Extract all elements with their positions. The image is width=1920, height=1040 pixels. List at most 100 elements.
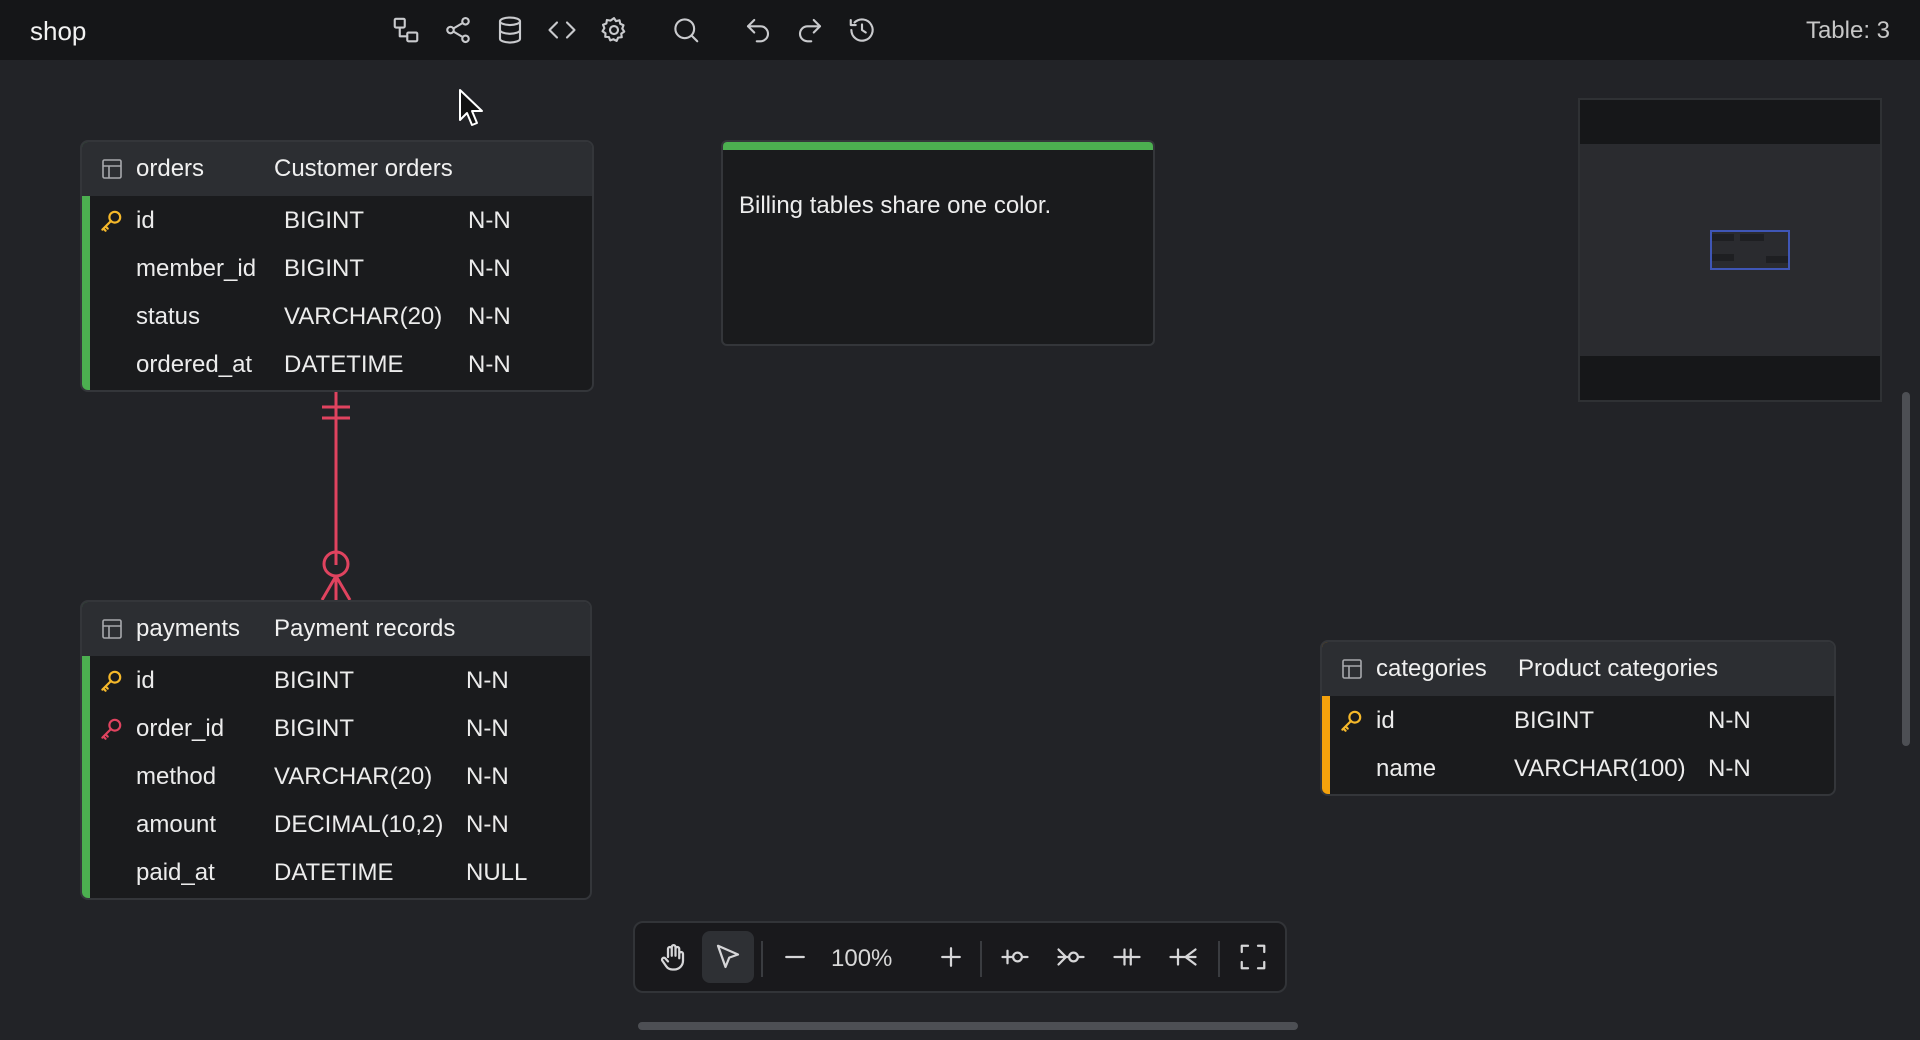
horizontal-scrollbar[interactable] — [638, 1022, 1298, 1030]
select-pointer-icon[interactable] — [702, 931, 754, 983]
column-row[interactable]: paid_at DATETIME NULL — [82, 848, 590, 896]
table-categories[interactable]: categories Product categories id BIGINT … — [1320, 640, 1836, 796]
column-nullable: N-N — [466, 667, 509, 694]
top-bar: shop Table: 3 — [0, 0, 1920, 60]
primary-key-icon — [1338, 708, 1364, 734]
toolbar-divider — [761, 941, 763, 977]
diagram-canvas[interactable]: orders Customer orders id BIGINT N-N mem… — [0, 60, 1920, 1040]
redo-icon[interactable] — [793, 13, 827, 47]
column-nullable: NULL — [466, 859, 528, 886]
column-row[interactable]: order_id BIGINT N-N — [82, 704, 590, 752]
table-header[interactable]: payments Payment records — [82, 602, 590, 656]
column-name: member_id — [136, 255, 257, 282]
database-icon[interactable] — [493, 13, 527, 47]
column-type: DECIMAL(10,2) — [274, 811, 444, 838]
minimap-area — [1580, 144, 1880, 356]
column-type: VARCHAR(20) — [274, 763, 433, 790]
column-name: amount — [136, 811, 217, 838]
note-color-bar — [723, 142, 1153, 150]
history-icon[interactable] — [845, 13, 879, 47]
table-payments[interactable]: payments Payment records id BIGINT N-N o… — [80, 600, 592, 900]
table-header[interactable]: categories Product categories — [1322, 642, 1834, 696]
column-type: BIGINT — [274, 667, 355, 694]
column-type: BIGINT — [274, 715, 355, 742]
column-row[interactable]: id BIGINT N-N — [1322, 696, 1834, 744]
toolbar-divider — [980, 941, 982, 977]
column-type: BIGINT — [1514, 707, 1595, 734]
column-name: id — [1376, 707, 1395, 734]
minimap-viewport[interactable] — [1710, 230, 1790, 270]
column-name: status — [136, 303, 201, 330]
column-type: DATETIME — [284, 351, 404, 378]
column-type: VARCHAR(100) — [1514, 755, 1686, 782]
column-row[interactable]: ordered_at DATETIME N-N — [82, 340, 592, 388]
table-description: Product categories — [1518, 655, 1719, 682]
column-nullable: N-N — [1708, 755, 1751, 782]
primary-key-icon — [98, 208, 124, 234]
column-row[interactable]: id BIGINT N-N — [82, 196, 592, 244]
table-name: payments — [136, 615, 241, 642]
column-name: paid_at — [136, 859, 215, 886]
project-title[interactable]: shop — [30, 16, 86, 47]
table-icon — [1340, 657, 1364, 681]
column-row[interactable]: name VARCHAR(100) N-N — [1322, 744, 1834, 792]
relation-one-one-icon[interactable] — [1101, 931, 1153, 983]
relationship-line[interactable] — [300, 390, 380, 610]
share-icon[interactable] — [441, 13, 475, 47]
diagram-icon[interactable] — [389, 13, 423, 47]
table-name: categories — [1376, 655, 1487, 682]
column-nullable: N-N — [466, 763, 509, 790]
code-icon[interactable] — [545, 13, 579, 47]
bottom-toolbar: 100% — [633, 921, 1287, 993]
settings-icon[interactable] — [597, 13, 631, 47]
vertical-scrollbar[interactable] — [1902, 392, 1910, 746]
minimap[interactable] — [1578, 98, 1882, 402]
note-text[interactable]: Billing tables share one color. — [739, 192, 1051, 220]
fullscreen-icon[interactable] — [1227, 931, 1279, 983]
primary-key-icon — [98, 668, 124, 694]
table-description: Payment records — [274, 615, 456, 642]
column-name: order_id — [136, 715, 225, 742]
table-orders[interactable]: orders Customer orders id BIGINT N-N mem… — [80, 140, 594, 392]
table-header[interactable]: orders Customer orders — [82, 142, 592, 196]
zoom-in-icon[interactable] — [925, 931, 977, 983]
column-nullable: N-N — [1708, 707, 1751, 734]
mouse-cursor-icon — [459, 89, 483, 126]
note-card[interactable]: Billing tables share one color. — [721, 140, 1155, 346]
column-name: id — [136, 207, 155, 234]
column-nullable: N-N — [468, 207, 511, 234]
column-nullable: N-N — [466, 811, 509, 838]
column-name: ordered_at — [136, 351, 253, 378]
column-row[interactable]: status VARCHAR(20) N-N — [82, 292, 592, 340]
column-nullable: N-N — [468, 255, 511, 282]
table-name: orders — [136, 155, 205, 182]
column-row[interactable]: amount DECIMAL(10,2) N-N — [82, 800, 590, 848]
undo-icon[interactable] — [741, 13, 775, 47]
column-type: BIGINT — [284, 255, 365, 282]
hand-tool-icon[interactable] — [647, 931, 699, 983]
zoom-level[interactable]: 100% — [831, 945, 892, 973]
column-name: name — [1376, 755, 1437, 782]
column-nullable: N-N — [468, 303, 511, 330]
relation-one-zero-icon[interactable] — [989, 931, 1041, 983]
table-description: Customer orders — [274, 155, 453, 182]
column-nullable: N-N — [466, 715, 509, 742]
column-name: id — [136, 667, 155, 694]
relation-one-many-icon[interactable] — [1157, 931, 1209, 983]
column-name: method — [136, 763, 217, 790]
search-icon[interactable] — [669, 13, 703, 47]
column-type: BIGINT — [284, 207, 365, 234]
column-row[interactable]: id BIGINT N-N — [82, 656, 590, 704]
column-row[interactable]: member_id BIGINT N-N — [82, 244, 592, 292]
column-type: VARCHAR(20) — [284, 303, 443, 330]
relation-many-zero-icon[interactable] — [1045, 931, 1097, 983]
foreign-key-icon — [98, 716, 124, 742]
column-nullable: N-N — [468, 351, 511, 378]
toolbar-divider — [1218, 941, 1220, 977]
table-icon — [100, 617, 124, 641]
column-type: DATETIME — [274, 859, 394, 886]
zoom-out-icon[interactable] — [769, 931, 821, 983]
table-count-label: Table: 3 — [1805, 17, 1890, 44]
table-icon — [100, 157, 124, 181]
column-row[interactable]: method VARCHAR(20) N-N — [82, 752, 590, 800]
